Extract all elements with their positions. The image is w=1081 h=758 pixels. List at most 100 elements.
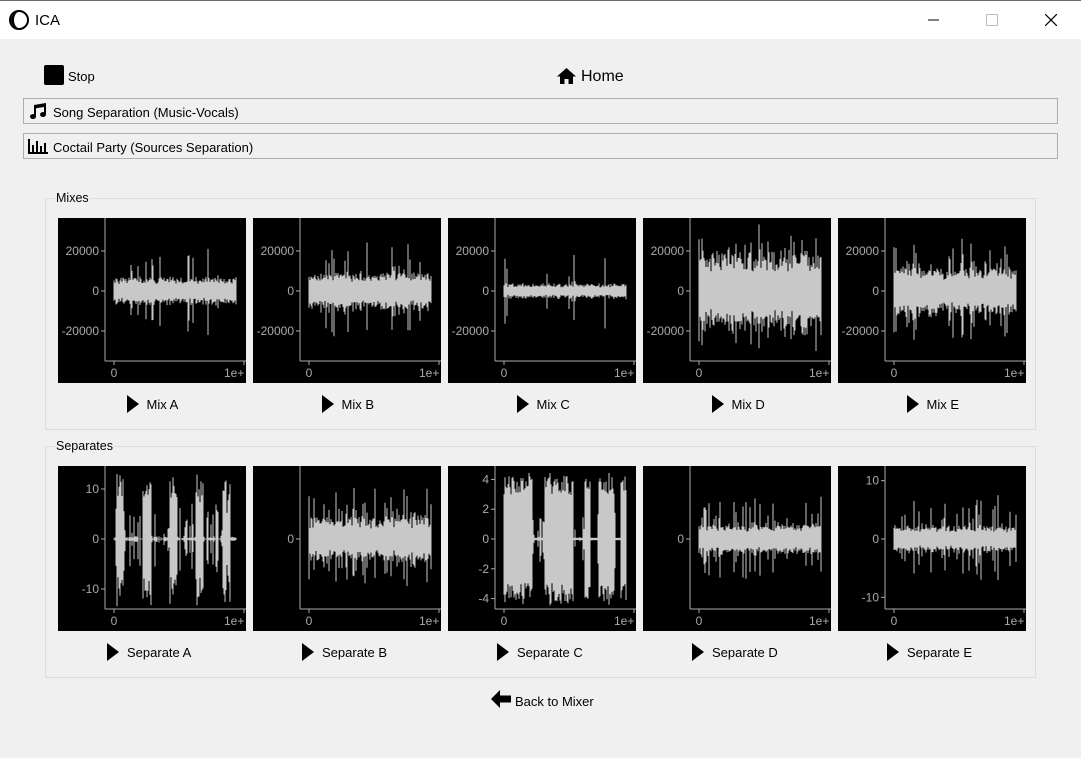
ica-logo-icon bbox=[9, 10, 29, 30]
music-note-icon bbox=[30, 103, 47, 120]
x-tick-label: 0 bbox=[306, 614, 313, 628]
separates-plot-4: 0 0 1e+ bbox=[643, 466, 831, 631]
play-label: Separate C bbox=[517, 645, 583, 660]
y-tick-label: 0 bbox=[872, 532, 879, 546]
back-to-mixer-button[interactable]: Back to Mixer bbox=[490, 688, 600, 712]
play-label: Separate B bbox=[322, 645, 388, 660]
x-tick-label: 0 bbox=[306, 366, 313, 380]
home-label: Home bbox=[581, 68, 624, 85]
song-separation-button[interactable]: Song Separation (Music-Vocals) bbox=[23, 98, 1058, 124]
waveform-trace bbox=[113, 474, 237, 607]
main-content: Stop Home Song Separation (Music-Vocals)… bbox=[0, 39, 1081, 758]
y-tick-label: 0 bbox=[872, 284, 879, 298]
x-tick-label: 1e+ bbox=[419, 366, 439, 380]
play-label: Separate D bbox=[712, 645, 778, 660]
waveform-chart: 10 0 -10 0 1e+ bbox=[82, 466, 246, 628]
y-tick-label: 10 bbox=[866, 474, 880, 488]
x-tick-label: 1e+ bbox=[809, 366, 829, 380]
play-icon bbox=[516, 395, 529, 413]
waveform-chart: 0 0 1e+ bbox=[677, 466, 831, 628]
x-tick-label: 1e+ bbox=[419, 614, 439, 628]
window-title: ICA bbox=[35, 12, 61, 29]
y-tick-label: -20000 bbox=[647, 324, 685, 338]
play-icon bbox=[906, 395, 919, 413]
waveform-trace bbox=[698, 224, 822, 351]
y-tick-label: -20000 bbox=[842, 324, 880, 338]
y-tick-label: -2 bbox=[478, 562, 489, 576]
x-tick-label: 0 bbox=[891, 366, 898, 380]
separates-plot-5: 10 0 -10 0 1e+ bbox=[838, 466, 1026, 631]
y-tick-label: 10 bbox=[86, 482, 100, 496]
y-tick-label: -20000 bbox=[452, 324, 490, 338]
waveform-trace bbox=[503, 472, 627, 606]
y-tick-label: 0 bbox=[482, 284, 489, 298]
y-tick-label: -20000 bbox=[257, 324, 295, 338]
y-tick-label: 4 bbox=[482, 472, 489, 486]
waveform-chart: 4 2 0 -2 -4 0 1e+ bbox=[478, 466, 636, 628]
close-button[interactable] bbox=[1028, 1, 1074, 39]
maximize-icon bbox=[986, 14, 998, 26]
x-tick-label: 1e+ bbox=[614, 614, 634, 628]
play-icon bbox=[302, 643, 314, 661]
title-bar: ICA bbox=[0, 0, 1081, 39]
maximize-button[interactable] bbox=[969, 1, 1015, 39]
close-icon bbox=[1045, 14, 1057, 26]
minimize-icon bbox=[928, 19, 939, 21]
x-tick-label: 0 bbox=[696, 366, 703, 380]
separates-group-title: Separates bbox=[55, 439, 114, 453]
y-tick-label: 20000 bbox=[846, 244, 880, 258]
home-icon bbox=[557, 68, 576, 84]
x-tick-label: 1e+ bbox=[614, 366, 634, 380]
coctail-party-button[interactable]: Coctail Party (Sources Separation) bbox=[23, 133, 1058, 159]
y-tick-label: 0 bbox=[677, 532, 684, 546]
y-tick-label: 20000 bbox=[456, 244, 490, 258]
mixes-plot-4: 20000 0 -20000 0 1e+ bbox=[643, 218, 831, 383]
x-tick-label: 0 bbox=[501, 366, 508, 380]
waveform-chart: 10 0 -10 0 1e+ bbox=[862, 466, 1026, 628]
play-label: Mix A bbox=[146, 397, 179, 412]
y-tick-label: -20000 bbox=[62, 324, 100, 338]
back-to-mixer-label: Back to Mixer bbox=[515, 694, 594, 709]
play-icon bbox=[692, 643, 704, 661]
waveform-chart: 20000 0 -20000 0 1e+ bbox=[842, 218, 1026, 380]
waveform-chart: 0 0 1e+ bbox=[287, 466, 441, 628]
y-tick-label: -4 bbox=[478, 592, 489, 606]
waveform-chart: 20000 0 -20000 0 1e+ bbox=[452, 218, 636, 380]
x-tick-label: 0 bbox=[111, 614, 118, 628]
play-icon bbox=[126, 395, 139, 413]
play-label: Separate A bbox=[127, 645, 192, 660]
waveform-trace bbox=[113, 248, 237, 335]
y-tick-label: 0 bbox=[287, 532, 294, 546]
mixes-plot-3: 20000 0 -20000 0 1e+ bbox=[448, 218, 636, 383]
mixes-group: Mixes 20000 0 -20000 0 1e+ Mix A 20000 0 -20000 0… bbox=[45, 191, 1036, 430]
waveform-chart: 20000 0 -20000 0 1e+ bbox=[647, 218, 831, 380]
x-tick-label: 1e+ bbox=[224, 614, 244, 628]
x-tick-label: 1e+ bbox=[224, 366, 244, 380]
play-label: Separate E bbox=[907, 645, 973, 660]
play-icon bbox=[497, 643, 509, 661]
separates-plot-1: 10 0 -10 0 1e+ bbox=[58, 466, 246, 631]
waveform-trace bbox=[893, 495, 1017, 581]
play-icon bbox=[321, 395, 334, 413]
play-icon bbox=[107, 643, 119, 661]
y-tick-label: 20000 bbox=[651, 244, 685, 258]
stop-label: Stop bbox=[68, 69, 95, 84]
waveform-trace bbox=[893, 238, 1017, 340]
minimize-button[interactable] bbox=[911, 1, 957, 39]
mixes-plot-1: 20000 0 -20000 0 1e+ bbox=[58, 218, 246, 383]
waveform-trace bbox=[308, 242, 432, 337]
play-label: Mix C bbox=[536, 397, 570, 412]
x-tick-label: 0 bbox=[891, 614, 898, 628]
y-tick-label: 20000 bbox=[66, 244, 100, 258]
song-separation-label: Song Separation (Music-Vocals) bbox=[53, 105, 239, 120]
coctail-party-label: Coctail Party (Sources Separation) bbox=[53, 140, 254, 155]
arrow-left-icon bbox=[491, 690, 511, 708]
separates-plot-3: 4 2 0 -2 -4 0 1e+ bbox=[448, 466, 636, 631]
home-button[interactable]: Home bbox=[556, 66, 646, 90]
x-tick-label: 0 bbox=[696, 614, 703, 628]
x-tick-label: 1e+ bbox=[1004, 366, 1024, 380]
y-tick-label: 2 bbox=[482, 502, 489, 516]
y-tick-label: 0 bbox=[92, 284, 99, 298]
waveform-trace bbox=[503, 255, 627, 329]
waveform-trace bbox=[698, 496, 822, 579]
